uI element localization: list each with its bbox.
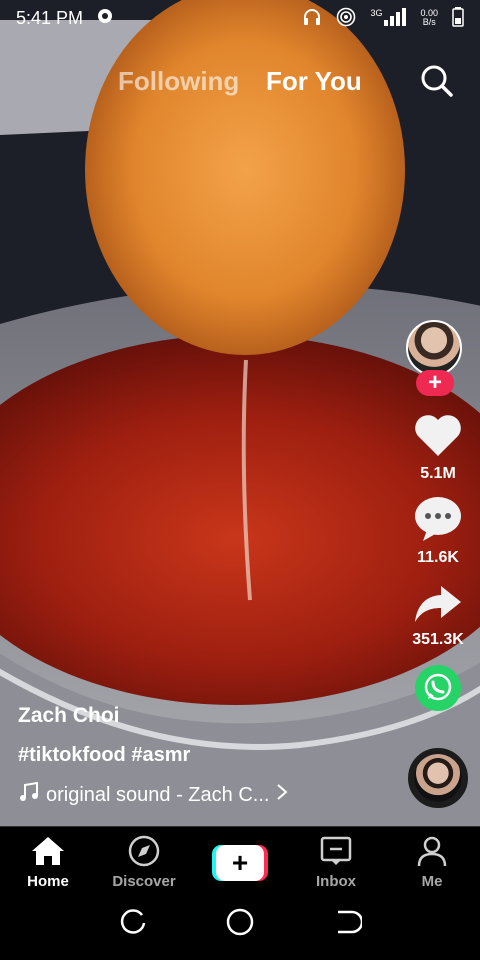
network-type: 3G	[370, 7, 383, 18]
feed-tabs: Following For You	[0, 66, 480, 106]
share-button[interactable]: 351.3K	[408, 582, 468, 649]
nav-home-label: Home	[27, 873, 69, 890]
nav-discover[interactable]: Discover	[96, 827, 192, 890]
whatsapp-share-button[interactable]	[408, 664, 468, 717]
heart-icon	[413, 415, 463, 462]
share-count: 351.3K	[412, 631, 464, 648]
nav-inbox[interactable]: Inbox	[288, 827, 384, 890]
compass-icon	[127, 835, 161, 871]
nav-inbox-label: Inbox	[316, 873, 356, 890]
hotspot-icon	[336, 7, 356, 30]
eye-icon	[95, 8, 115, 29]
home-circle-icon[interactable]	[225, 907, 255, 942]
avatar	[406, 320, 462, 376]
tab-following[interactable]: Following	[118, 66, 239, 97]
whatsapp-icon	[414, 665, 462, 716]
tiktok-screen: 5:41 PM 3G 0.00 B/s Following For You + …	[0, 0, 480, 960]
music-note-icon	[18, 781, 40, 809]
video-caption: Zach Choi #tiktokfood #asmr original sou…	[18, 704, 338, 809]
tab-for-you[interactable]: For You	[266, 66, 362, 97]
creator-avatar[interactable]: +	[406, 320, 464, 396]
recent-apps-icon[interactable]	[118, 907, 148, 942]
bottom-nav: Home Discover + Inbox Me	[0, 826, 480, 890]
signal-icon	[384, 7, 407, 29]
sound-disc[interactable]	[408, 748, 468, 808]
status-time: 5:41 PM	[16, 7, 84, 28]
system-nav-bar	[0, 888, 480, 960]
back-icon[interactable]	[332, 907, 363, 942]
chevron-right-icon	[275, 783, 289, 807]
caption-hashtags[interactable]: #tiktokfood #asmr	[18, 744, 338, 767]
home-icon	[30, 835, 66, 871]
like-button[interactable]: 5.1M	[408, 412, 468, 483]
plus-icon: +	[427, 369, 442, 396]
nav-me-label: Me	[421, 873, 443, 890]
search-icon[interactable]	[420, 64, 454, 98]
nav-me[interactable]: Me	[384, 827, 480, 890]
net-speed-unit: B/s	[422, 17, 436, 27]
battery-icon	[452, 6, 464, 30]
sound-name: original sound - Zach C...	[46, 783, 270, 806]
net-speed: 0.00 B/s	[420, 9, 438, 27]
sound-row[interactable]: original sound - Zach C...	[18, 781, 338, 809]
creator-username[interactable]: Zach Choi	[18, 704, 338, 728]
status-bar: 5:41 PM 3G 0.00 B/s	[0, 0, 480, 36]
plus-icon: +	[216, 845, 264, 881]
follow-button[interactable]: +	[416, 369, 454, 396]
person-icon	[415, 835, 449, 871]
nav-discover-label: Discover	[112, 873, 176, 890]
inbox-icon	[319, 835, 353, 871]
comment-icon	[413, 497, 463, 546]
comment-count: 11.6K	[417, 549, 459, 566]
nav-home[interactable]: Home	[0, 827, 96, 890]
disc-avatar	[414, 754, 462, 802]
headphones-icon	[302, 7, 322, 30]
like-count: 5.1M	[420, 465, 456, 482]
nav-create[interactable]: +	[192, 827, 288, 889]
share-icon	[413, 586, 463, 628]
comment-button[interactable]: 11.6K	[408, 496, 468, 567]
create-button[interactable]: +	[212, 845, 268, 881]
